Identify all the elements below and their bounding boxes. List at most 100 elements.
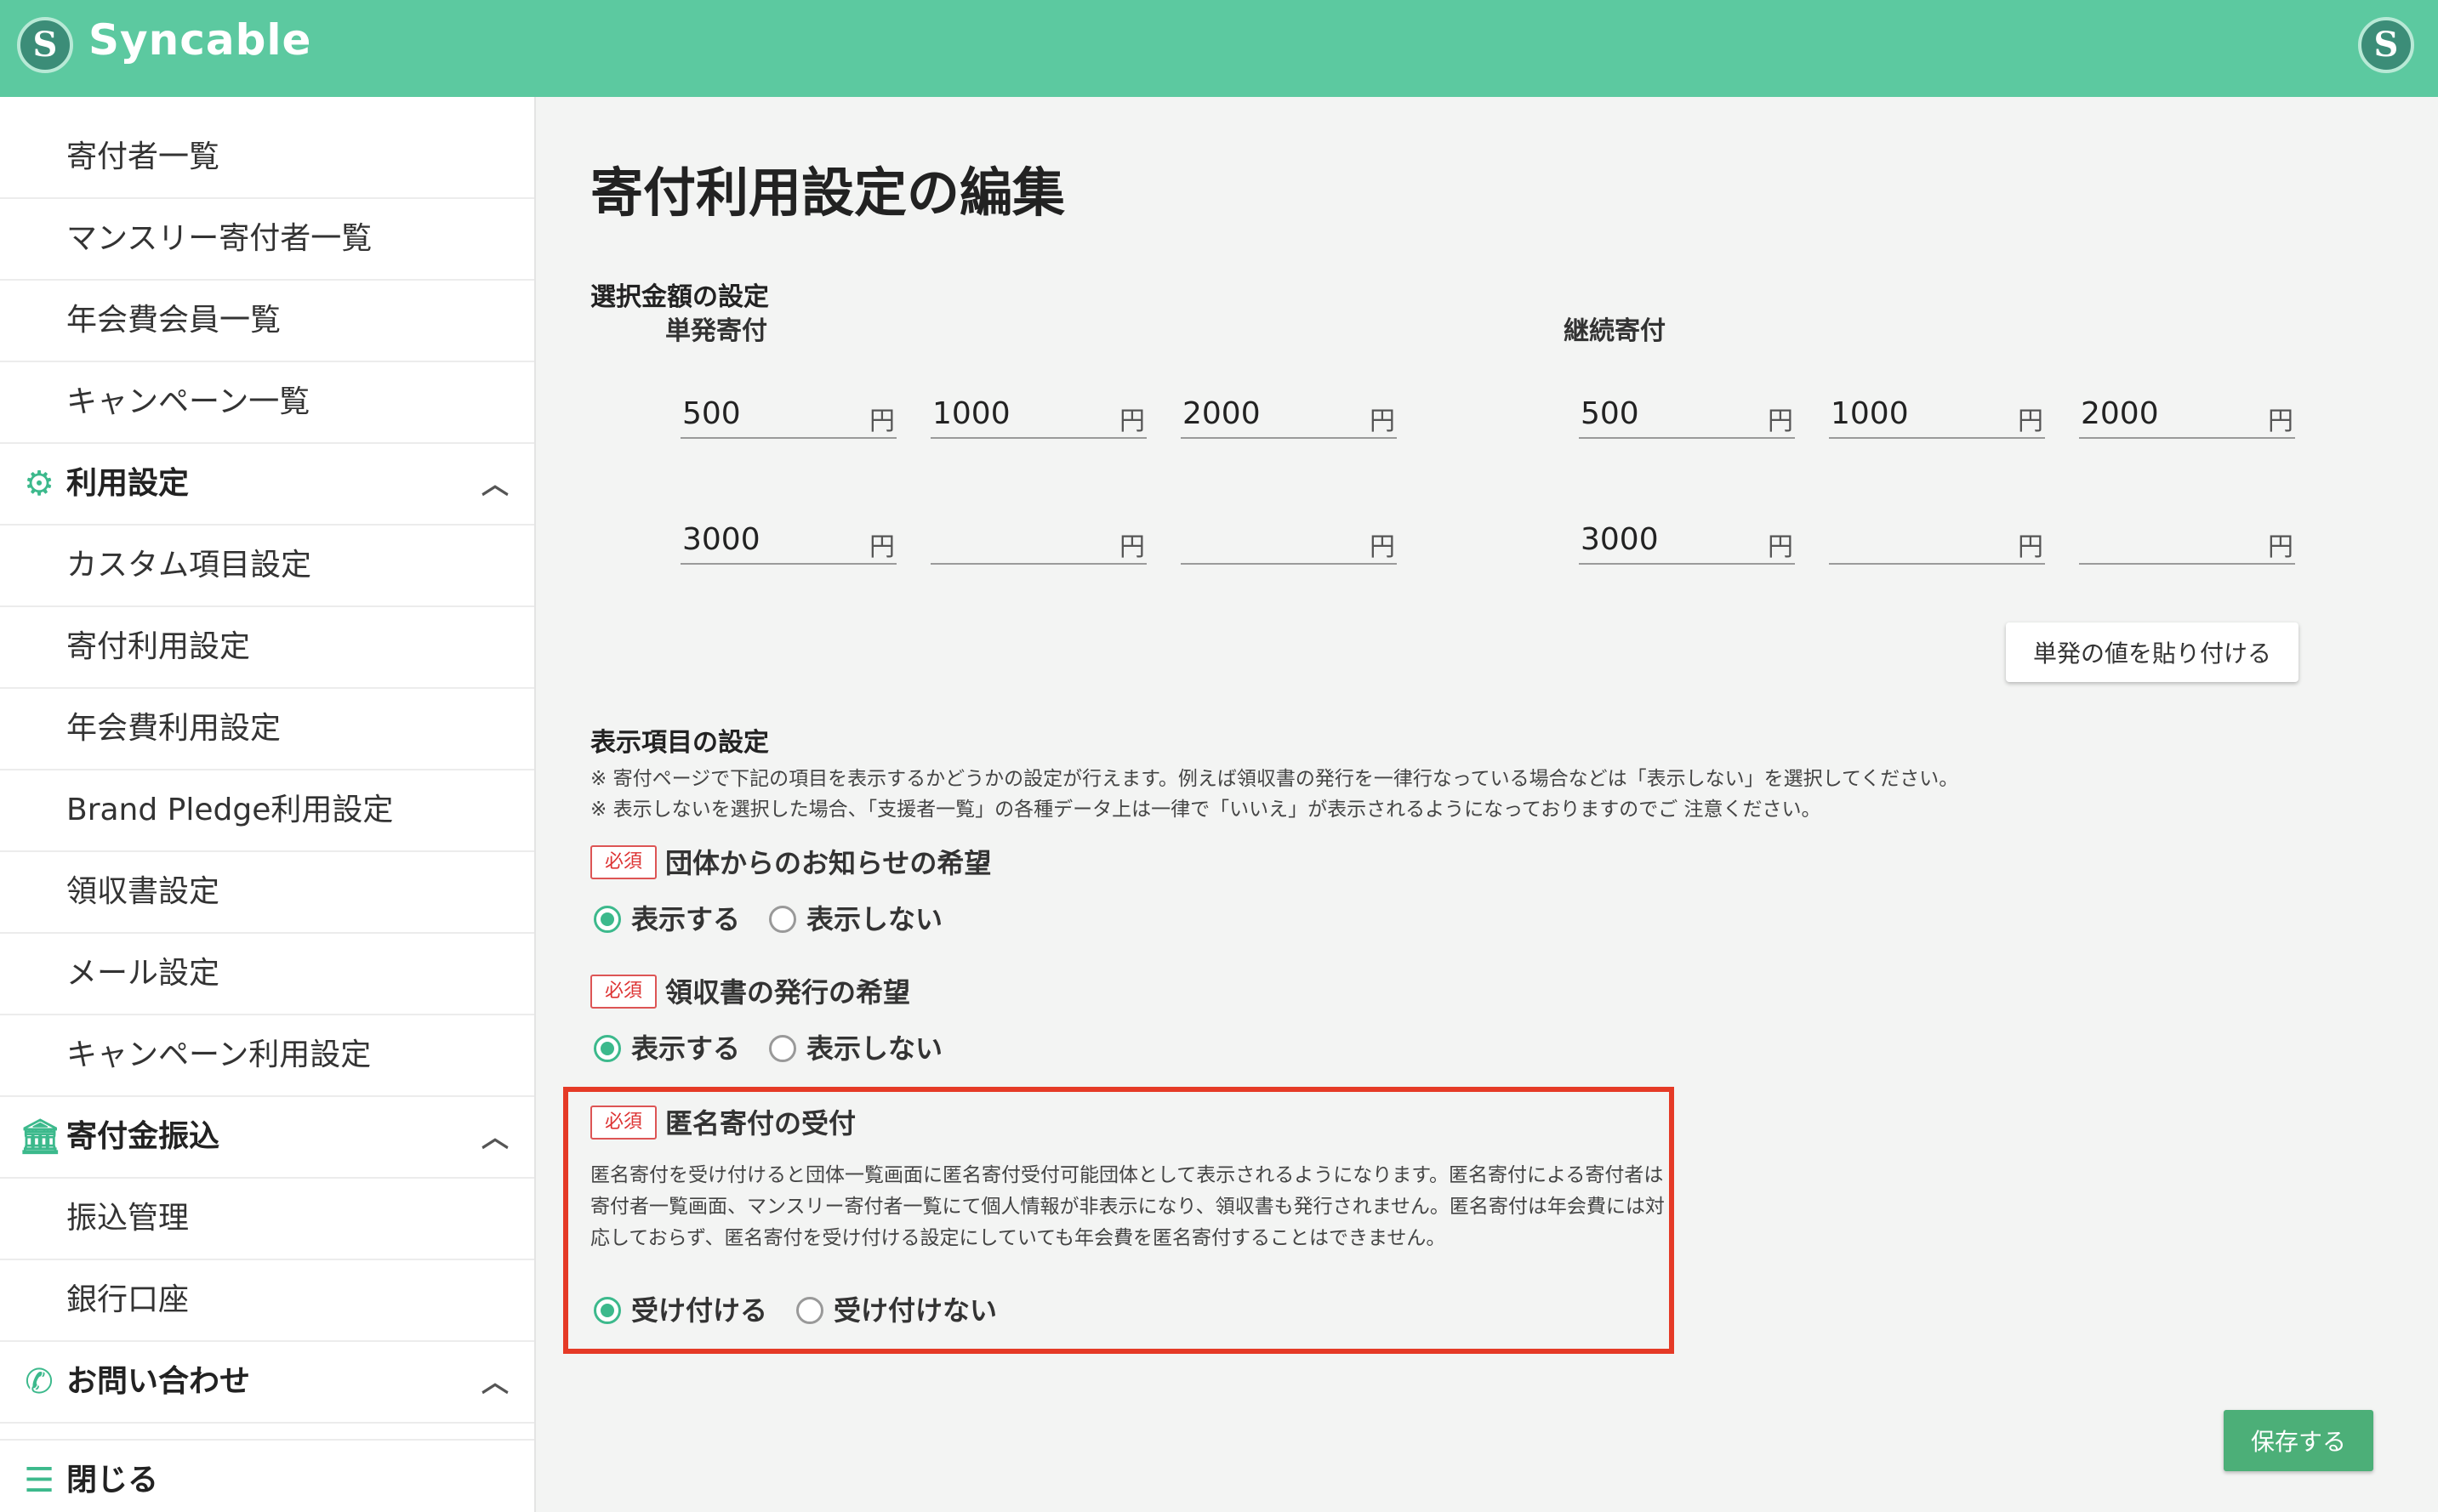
single-amount-field-3: 円	[1181, 389, 1397, 439]
chevron-up-icon: ︿	[481, 1121, 509, 1153]
monthly-amount-field-4: 円	[1579, 515, 1795, 565]
sidebar-group-transfer-label: 寄付金振込	[66, 1119, 220, 1154]
receipt-field-title: 領収書の発行の希望	[665, 976, 911, 1009]
single-amount-input-1[interactable]	[682, 389, 852, 437]
monthly-amount-input-3[interactable]	[2081, 389, 2251, 437]
sidebar-group-transfer[interactable]: 🏛 寄付金振込 ︿	[0, 1097, 534, 1179]
anonymous-reject-label: 受け付けない	[834, 1294, 998, 1327]
sidebar-item-annual-fee-settings[interactable]: 年会費利用設定	[0, 689, 534, 770]
sidebar-item-mail-settings[interactable]: メール設定	[0, 934, 534, 1015]
radio-unselected-icon	[769, 1035, 796, 1062]
yen-unit: 円	[2018, 532, 2043, 562]
sidebar-item-receipt-settings[interactable]: 領収書設定	[0, 852, 534, 934]
radio-unselected-icon	[769, 906, 796, 933]
single-amount-input-3[interactable]	[1182, 389, 1353, 437]
yen-unit: 円	[1768, 406, 1793, 436]
yen-unit: 円	[1768, 532, 1793, 562]
single-donation-label: 単発寄付	[665, 316, 767, 346]
save-button[interactable]: 保存する	[2224, 1410, 2373, 1471]
sidebar-close[interactable]: ☰ 閉じる	[0, 1439, 534, 1512]
monthly-amount-input-2[interactable]	[1831, 389, 2001, 437]
anonymous-description: 匿名寄付を受け付けると団体一覧画面に匿名寄付受付可能団体として表示されるようにな…	[590, 1164, 1665, 1249]
yen-unit: 円	[869, 406, 895, 436]
receipt-hide-label: 表示しない	[806, 1032, 943, 1065]
monthly-amount-input-6[interactable]	[2081, 515, 2251, 563]
sidebar-item-donors[interactable]: 寄付者一覧	[0, 117, 534, 199]
monthly-amount-input-5[interactable]	[1831, 515, 2001, 563]
yen-unit: 円	[1119, 406, 1145, 436]
bank-icon: 🏛	[19, 1117, 62, 1157]
radio-selected-icon	[594, 906, 621, 933]
yen-unit: 円	[1370, 406, 1395, 436]
sidebar-close-label: 閉じる	[66, 1463, 159, 1498]
gear-icon: ⚙	[24, 464, 54, 503]
sidebar-group-contact-label: お問い合わせ	[66, 1364, 251, 1399]
syncable-logo-icon: S	[17, 17, 73, 73]
single-amount-field-1: 円	[681, 389, 897, 439]
sidebar-item-brand-pledge-settings[interactable]: Brand Pledge利用設定	[0, 770, 534, 852]
monthly-amount-input-1[interactable]	[1581, 389, 1751, 437]
sidebar-item-campaign-settings[interactable]: キャンペーン利用設定	[0, 1015, 534, 1097]
sidebar-item-monthly-donors[interactable]: マンスリー寄付者一覧	[0, 199, 534, 281]
main-content: 寄付利用設定の編集 選択金額の設定 単発寄付 継続寄付 円 円 円 円 円 円 …	[538, 97, 2438, 1512]
sidebar-item-transfer-management[interactable]: 振込管理	[0, 1179, 534, 1260]
sidebar: 寄付者一覧 マンスリー寄付者一覧 年会費会員一覧 キャンペーン一覧 ⚙ 利用設定…	[0, 97, 536, 1512]
brand-name: Syncable	[88, 15, 312, 65]
monthly-amount-field-2: 円	[1829, 389, 2045, 439]
display-section-label: 表示項目の設定	[590, 728, 769, 758]
monthly-amount-field-5: 円	[1829, 515, 2045, 565]
sidebar-item-bank-account[interactable]: 銀行口座	[0, 1260, 534, 1342]
receipt-show-radio[interactable]: 表示する	[594, 1027, 747, 1070]
single-amount-input-2[interactable]	[932, 389, 1102, 437]
anonymous-accept-label: 受け付ける	[631, 1294, 768, 1327]
radio-selected-icon	[594, 1035, 621, 1062]
sidebar-item-donation-settings[interactable]: 寄付利用設定	[0, 607, 534, 689]
single-amount-input-5[interactable]	[932, 515, 1102, 563]
sidebar-group-contact[interactable]: ✆ お問い合わせ ︿	[0, 1342, 534, 1424]
sidebar-item-annual-members[interactable]: 年会費会員一覧	[0, 281, 534, 362]
sidebar-group-settings-label: 利用設定	[66, 466, 190, 501]
menu-icon: ☰	[24, 1461, 54, 1500]
account-avatar-icon[interactable]: S	[2358, 17, 2414, 73]
single-amount-field-5: 円	[931, 515, 1147, 565]
phone-icon: ✆	[25, 1362, 54, 1401]
single-amount-input-6[interactable]	[1182, 515, 1353, 563]
news-hide-radio[interactable]: 表示しない	[769, 898, 956, 941]
news-field-title: 団体からのお知らせの希望	[665, 847, 992, 879]
sidebar-item-campaigns[interactable]: キャンペーン一覧	[0, 362, 534, 444]
receipt-hide-radio[interactable]: 表示しない	[769, 1027, 956, 1070]
page-title: 寄付利用設定の編集	[590, 162, 1066, 224]
anonymous-field-title: 匿名寄付の受付	[665, 1107, 857, 1140]
required-badge: 必須	[590, 1106, 657, 1140]
single-amount-field-4: 円	[681, 515, 897, 565]
monthly-donation-label: 継続寄付	[1564, 316, 1666, 346]
monthly-amount-field-3: 円	[2079, 389, 2295, 439]
receipt-show-label: 表示する	[631, 1032, 741, 1065]
radio-selected-icon	[594, 1297, 621, 1324]
news-show-label: 表示する	[631, 903, 741, 935]
yen-unit: 円	[2268, 532, 2293, 562]
yen-unit: 円	[2018, 406, 2043, 436]
news-show-radio[interactable]: 表示する	[594, 898, 747, 941]
chevron-up-icon: ︿	[481, 468, 509, 500]
yen-unit: 円	[1370, 532, 1395, 562]
display-note-1: ※ 寄付ページで下記の項目を表示するかどうかの設定が行えます。例えば領収書の発行…	[590, 768, 1959, 790]
monthly-amount-field-6: 円	[2079, 515, 2295, 565]
single-amount-field-2: 円	[931, 389, 1147, 439]
top-bar: S Syncable S	[0, 0, 2438, 97]
single-amount-input-4[interactable]	[682, 515, 852, 563]
anonymous-accept-radio[interactable]: 受け付ける	[594, 1289, 781, 1332]
news-hide-label: 表示しない	[806, 903, 943, 935]
amounts-section-label: 選択金額の設定	[590, 282, 769, 312]
required-badge: 必須	[590, 975, 657, 1009]
display-note-2: ※ 表示しないを選択した場合、「支援者一覧」の各種データ上は一律で「いいえ」が表…	[590, 799, 1821, 821]
sidebar-group-settings[interactable]: ⚙ 利用設定 ︿	[0, 444, 534, 526]
monthly-amount-input-4[interactable]	[1581, 515, 1751, 563]
single-amount-field-6: 円	[1181, 515, 1397, 565]
radio-unselected-icon	[796, 1297, 823, 1324]
paste-single-values-button[interactable]: 単発の値を貼り付ける	[2006, 622, 2298, 682]
anonymous-reject-radio[interactable]: 受け付けない	[796, 1289, 1017, 1332]
yen-unit: 円	[869, 532, 895, 562]
sidebar-item-custom-fields[interactable]: カスタム項目設定	[0, 526, 534, 607]
chevron-up-icon: ︿	[481, 1366, 509, 1398]
